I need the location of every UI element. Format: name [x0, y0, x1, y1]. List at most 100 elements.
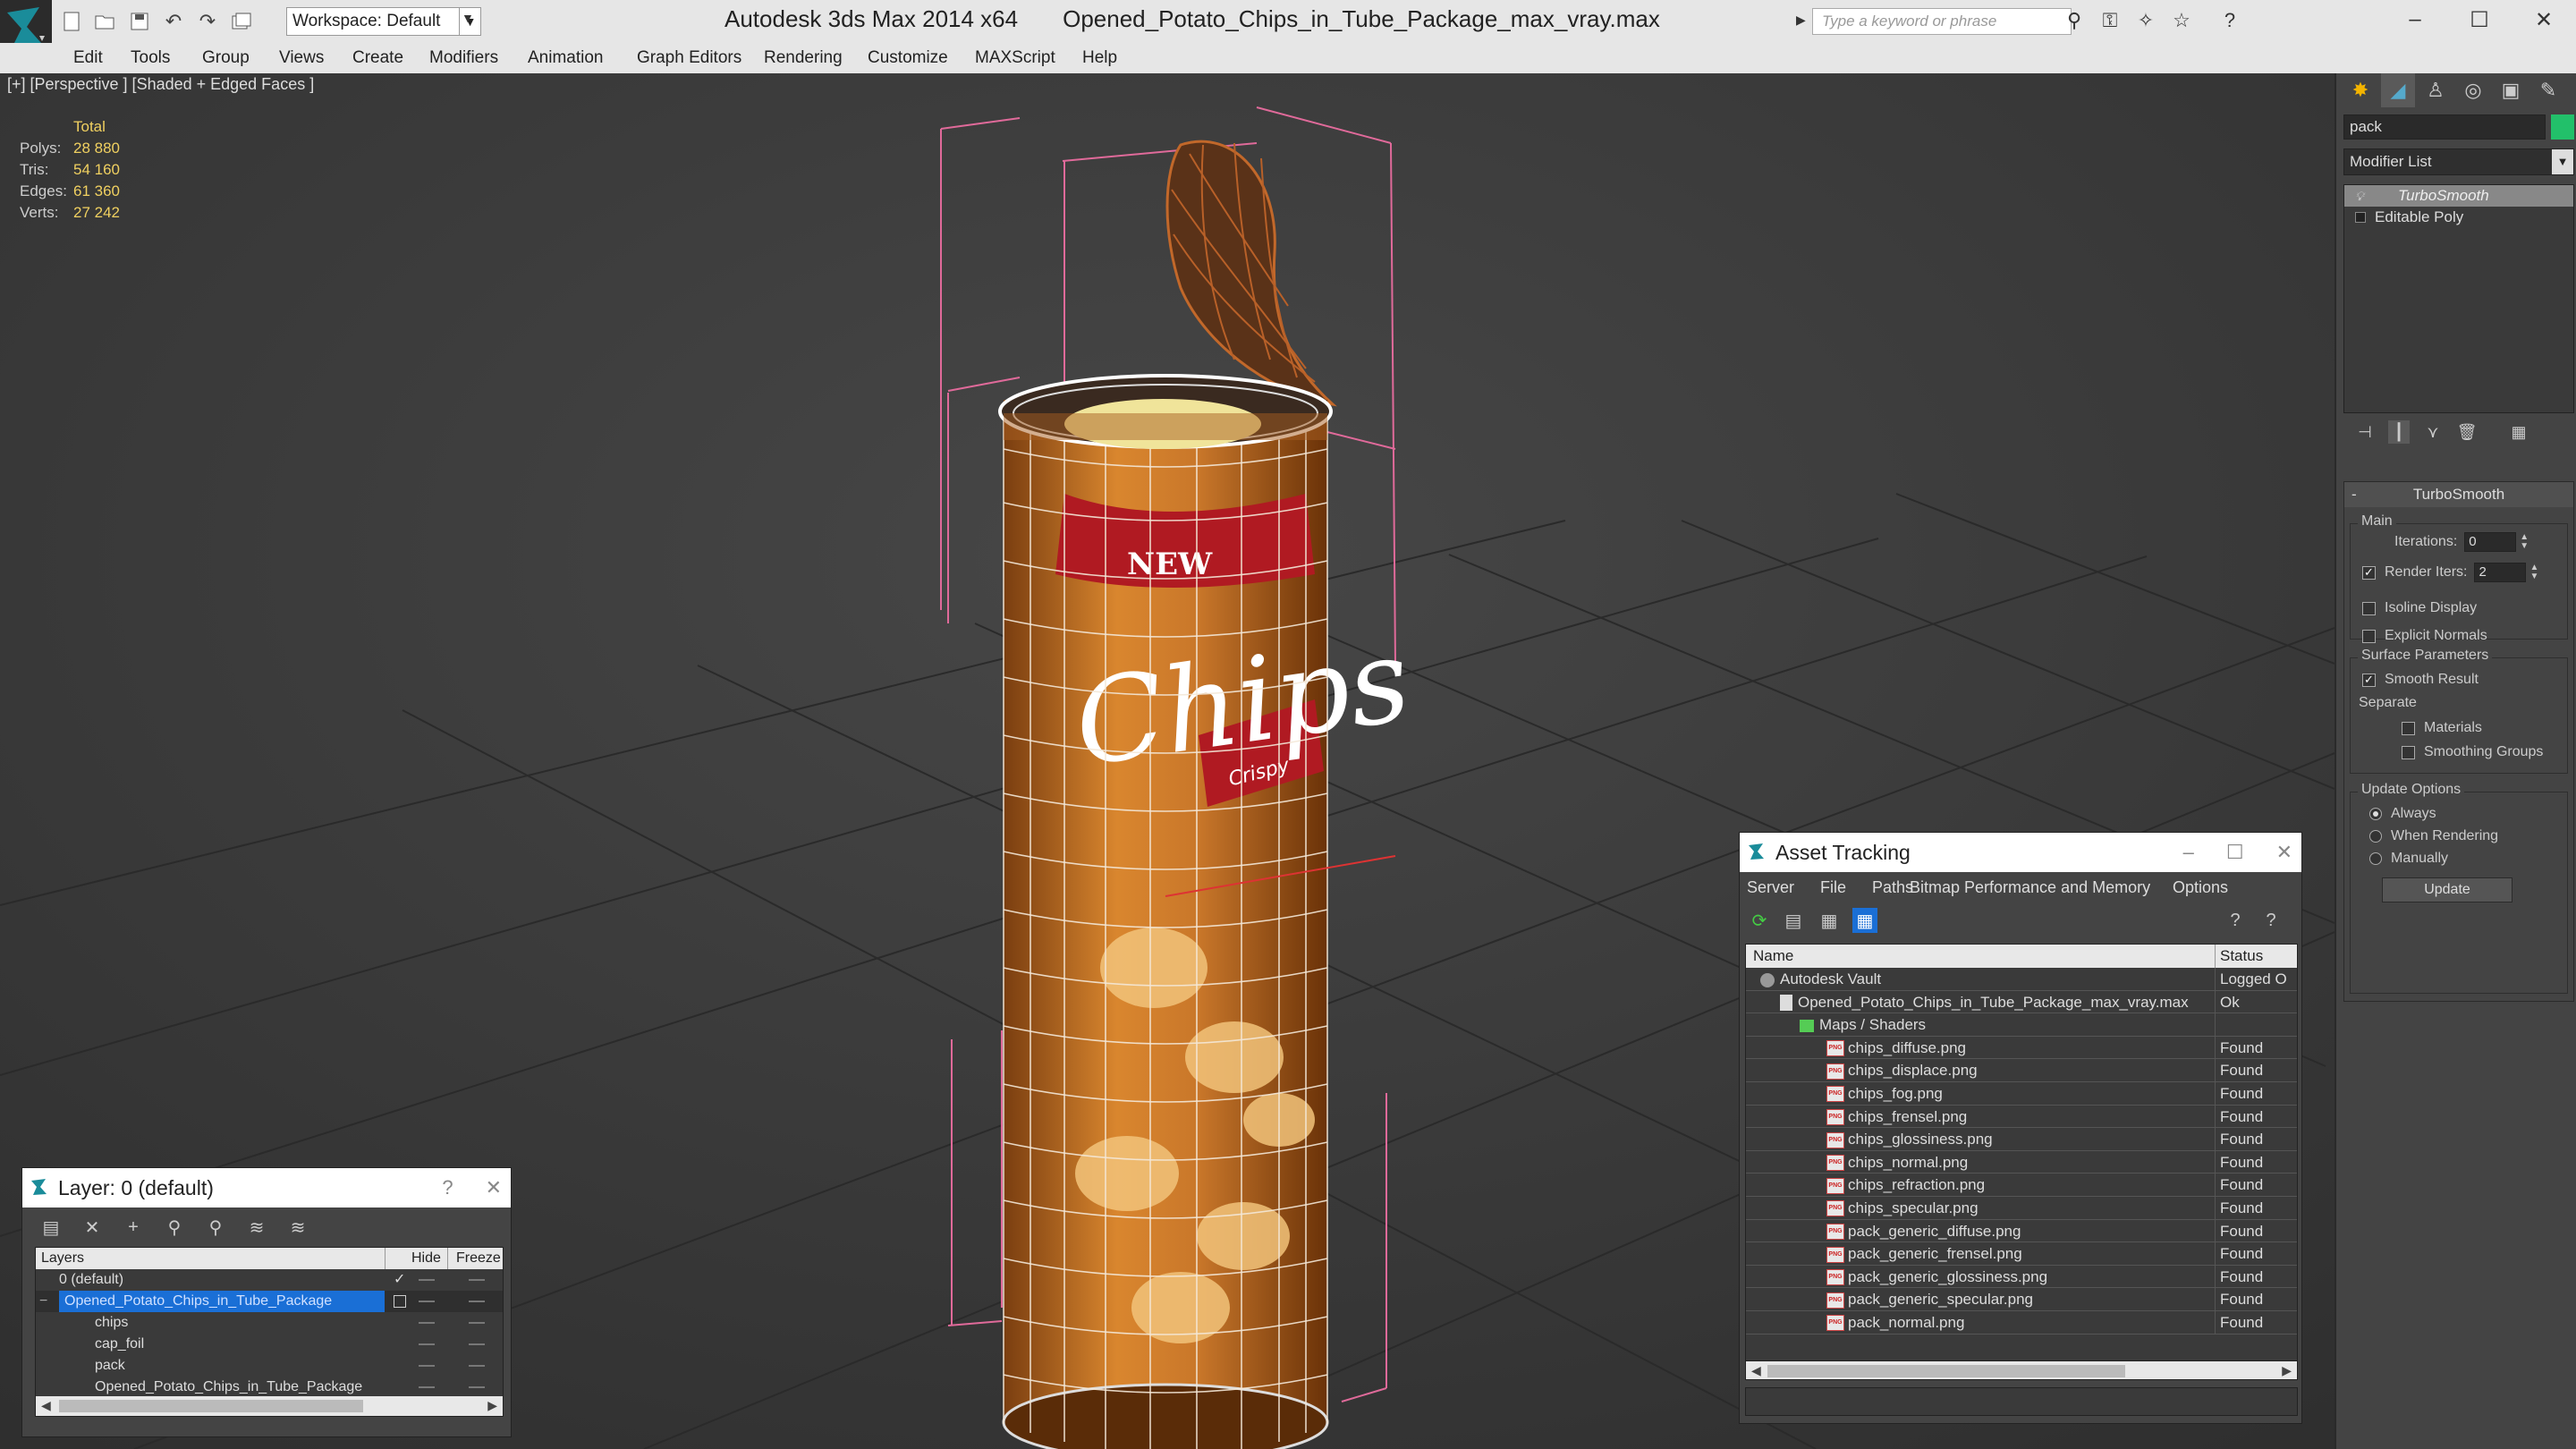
scrollbar-thumb[interactable]	[59, 1400, 363, 1412]
search-input[interactable]: Type a keyword or phrase	[1812, 8, 2072, 35]
asset-row[interactable]: PNG chips_fog.png Found	[1746, 1081, 2297, 1106]
minimize-icon[interactable]: –	[2183, 833, 2194, 872]
menu-help[interactable]: Help	[1082, 48, 1117, 68]
layer-dialog-titlebar[interactable]: Layer: 0 (default) ? ✕	[22, 1168, 511, 1208]
highlight-layer-icon[interactable]: ⚲	[203, 1215, 228, 1240]
modify-tab-icon[interactable]: ◢	[2381, 73, 2415, 107]
add-to-layer-icon[interactable]: +	[121, 1215, 146, 1240]
new-file-icon[interactable]	[57, 7, 86, 36]
asset-horizontal-scrollbar[interactable]: ◀ ▶	[1745, 1360, 2298, 1380]
scroll-right-icon[interactable]: ▶	[487, 1398, 497, 1413]
close-icon[interactable]: ✕	[2512, 0, 2576, 39]
expand-icon[interactable]	[2355, 212, 2366, 223]
star-icon[interactable]: ☆	[2170, 9, 2193, 32]
menu-customize[interactable]: Customize	[868, 48, 948, 68]
asset-row[interactable]: PNG pack_generic_frensel.png Found	[1746, 1242, 2297, 1267]
materials-checkbox[interactable]	[2402, 721, 2415, 735]
asset-row[interactable]: PNG chips_glossiness.png Found	[1746, 1128, 2297, 1152]
modifier-list-dropdown[interactable]: Modifier List ▼	[2343, 148, 2574, 175]
separate-materials-option[interactable]: Materials	[2402, 720, 2482, 736]
stack-item-turbosmooth[interactable]: 💡︎ TurboSmooth	[2344, 185, 2573, 207]
layer-object-row[interactable]: cap_foil	[36, 1334, 503, 1355]
explicit-normals-checkbox[interactable]	[2362, 629, 2376, 643]
when-rendering-radio[interactable]	[2369, 830, 2382, 843]
menu-rendering[interactable]: Rendering	[764, 48, 843, 68]
scroll-left-icon[interactable]: ◀	[1751, 1363, 1761, 1378]
asset-row[interactable]: PNG chips_normal.png Found	[1746, 1150, 2297, 1174]
isoline-display-option[interactable]: Isoline Display	[2362, 600, 2477, 616]
col-layers[interactable]: Layers	[41, 1250, 84, 1267]
menu-maxscript[interactable]: MAXScript	[975, 48, 1055, 68]
layer-object-row[interactable]: pack	[36, 1355, 503, 1377]
remove-modifier-icon[interactable]: 🗑︎	[2456, 420, 2478, 444]
asset-row[interactable]: PNG pack_generic_diffuse.png Found	[1746, 1219, 2297, 1243]
menu-tools[interactable]: Tools	[131, 48, 170, 68]
create-layer-icon[interactable]: ▤	[38, 1215, 64, 1240]
lightbulb-icon[interactable]: 💡︎	[2355, 185, 2364, 207]
col-freeze[interactable]: Freeze	[456, 1250, 501, 1267]
hierarchy-tab-icon[interactable]: ♙	[2419, 73, 2453, 107]
close-icon[interactable]: ✕	[486, 1168, 502, 1208]
toolbar-customize-icon[interactable]: ▼	[462, 11, 474, 25]
save-file-icon[interactable]	[125, 7, 154, 36]
asset-help-icon[interactable]: ?	[2258, 908, 2284, 933]
isoline-checkbox[interactable]	[2362, 601, 2376, 615]
key-icon[interactable]: ⚿	[2098, 9, 2122, 32]
update-manually-option[interactable]: Manually	[2369, 851, 2448, 867]
asset-row[interactable]: PNG chips_frensel.png Found	[1746, 1105, 2297, 1129]
object-color-swatch[interactable]	[2551, 114, 2574, 140]
asset-row[interactable]: PNG pack_normal.png Found	[1746, 1310, 2297, 1335]
render-iters-checkbox[interactable]: ✓	[2362, 565, 2376, 580]
asset-row[interactable]: PNG pack_generic_specular.png Found	[1746, 1288, 2297, 1312]
close-icon[interactable]: ✕	[2276, 833, 2292, 872]
smoothing-groups-checkbox[interactable]	[2402, 745, 2415, 759]
layer-horizontal-scrollbar[interactable]: ◀ ▶	[36, 1396, 503, 1416]
asset-menu-paths[interactable]: Paths	[1872, 878, 1913, 897]
asset-row[interactable]: PNG chips_displace.png Found	[1746, 1059, 2297, 1083]
minimize-icon[interactable]: –	[2383, 0, 2447, 39]
asset-row[interactable]: PNG chips_specular.png Found	[1746, 1196, 2297, 1220]
menu-animation[interactable]: Animation	[528, 48, 604, 68]
col-hide[interactable]: Hide	[411, 1250, 441, 1267]
select-in-layer-icon[interactable]: ⚲	[162, 1215, 187, 1240]
display-tab-icon[interactable]: ▣	[2494, 73, 2528, 107]
render-iters-spinner[interactable]: 2	[2474, 563, 2527, 582]
hide-all-layers-icon[interactable]: ≋	[244, 1215, 269, 1240]
asset-row[interactable]: Autodesk Vault Logged O	[1746, 968, 2297, 991]
workspace-dropdown[interactable]: Workspace: Default ▼	[286, 7, 481, 36]
layer-row[interactable]: 0 (default) ✓	[36, 1269, 503, 1291]
asset-row[interactable]: PNG chips_refraction.png Found	[1746, 1174, 2297, 1198]
layer-object-row[interactable]: chips	[36, 1312, 503, 1334]
help-icon[interactable]: ?	[2218, 9, 2241, 32]
viewport-label-menu[interactable]: [+] [Perspective ] [Shaded + Edged Faces…	[7, 75, 314, 94]
update-always-option[interactable]: Always	[2369, 806, 2436, 822]
asset-row[interactable]: Opened_Potato_Chips_in_Tube_Package_max_…	[1746, 990, 2297, 1014]
col-status[interactable]: Status	[2220, 945, 2263, 968]
menu-edit[interactable]: Edit	[73, 48, 103, 68]
asset-row[interactable]: PNG chips_diffuse.png Found	[1746, 1036, 2297, 1060]
menu-create[interactable]: Create	[352, 48, 403, 68]
asset-menu-server[interactable]: Server	[1747, 878, 1794, 897]
utilities-tab-icon[interactable]: ✎	[2531, 73, 2565, 107]
make-unique-icon[interactable]: ⋎	[2422, 420, 2444, 444]
always-radio[interactable]	[2369, 808, 2382, 820]
motion-tab-icon[interactable]: ◎	[2456, 73, 2490, 107]
search-expand-icon[interactable]: ▶	[1796, 13, 1806, 28]
maximize-icon[interactable]: ☐	[2226, 833, 2244, 872]
smooth-result-checkbox[interactable]: ✓	[2362, 673, 2376, 687]
layer-object-row[interactable]: Opened_Potato_Chips_in_Tube_Package	[36, 1377, 503, 1398]
open-file-icon[interactable]	[91, 7, 120, 36]
layer-row-selected[interactable]: − Opened_Potato_Chips_in_Tube_Package	[36, 1291, 503, 1312]
menu-modifiers[interactable]: Modifiers	[429, 48, 498, 68]
scrollbar-thumb[interactable]	[1767, 1365, 2125, 1377]
create-tab-icon[interactable]: ✸	[2343, 73, 2377, 107]
show-end-result-icon[interactable]: ┃	[2388, 420, 2410, 444]
freeze-all-layers-icon[interactable]: ≋	[285, 1215, 310, 1240]
asset-row[interactable]: PNG pack_generic_glossiness.png Found	[1746, 1265, 2297, 1289]
smooth-result-option[interactable]: ✓ Smooth Result	[2362, 672, 2479, 688]
refresh-icon[interactable]: ⟳	[1747, 908, 1772, 933]
redo-icon[interactable]: ↷	[193, 7, 222, 36]
asset-menu-bitmap[interactable]: Bitmap Performance and Memory	[1910, 878, 2150, 897]
maximize-icon[interactable]: ☐	[2447, 0, 2512, 39]
layer-checkbox[interactable]	[394, 1295, 406, 1308]
